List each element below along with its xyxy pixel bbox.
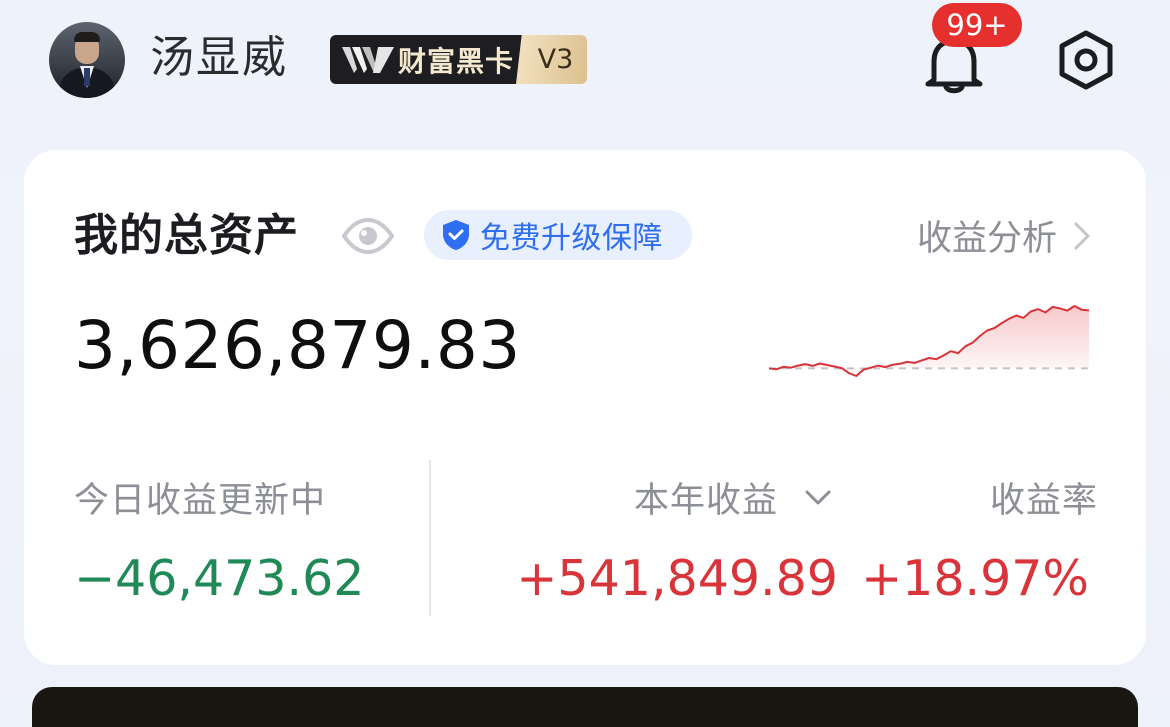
next-card-edge: [32, 687, 1138, 727]
upgrade-label: 免费升级保障: [480, 221, 663, 256]
profit-analysis-link[interactable]: 收益分析: [917, 210, 1091, 261]
shield-check-icon: [443, 220, 469, 250]
today-profit-value: −46,473.62: [74, 550, 365, 607]
chevron-down-icon: [805, 490, 831, 504]
analysis-label: 收益分析: [916, 219, 1057, 259]
profit-rate-label: 收益率: [989, 481, 1098, 521]
total-assets-value: 3,626,879.83: [74, 307, 521, 384]
notification-badge: 99+: [932, 3, 1022, 47]
profit-rate-value: +18.97%: [861, 550, 1089, 607]
avatar[interactable]: [49, 22, 125, 98]
total-assets-card: 我的总资产 免费升级保障 收益分析 3,626,879.83 今日收益更新中 −…: [24, 150, 1146, 665]
vip-badge[interactable]: 财富黑卡 V3: [330, 35, 587, 84]
settings-hexagon-icon[interactable]: [1055, 29, 1117, 91]
year-profit-selector[interactable]: 本年收益: [634, 472, 832, 523]
chevron-right-icon: [1074, 222, 1090, 249]
asset-trend-sparkline[interactable]: [769, 288, 1089, 384]
year-profit-value: +541,849.89: [516, 550, 838, 607]
vip-logo-icon: [342, 46, 394, 73]
year-profit-label: 本年收益: [634, 481, 779, 521]
vip-card-label: 财富黑卡: [398, 44, 515, 78]
username: 汤显威: [150, 32, 288, 83]
stats-divider: [429, 460, 431, 616]
card-title: 我的总资产: [74, 210, 299, 261]
eye-icon[interactable]: [340, 216, 396, 256]
upgrade-protection-button[interactable]: 免费升级保障: [424, 210, 692, 260]
vip-level: V3: [516, 35, 587, 84]
today-profit-label: 今日收益更新中: [74, 481, 327, 521]
